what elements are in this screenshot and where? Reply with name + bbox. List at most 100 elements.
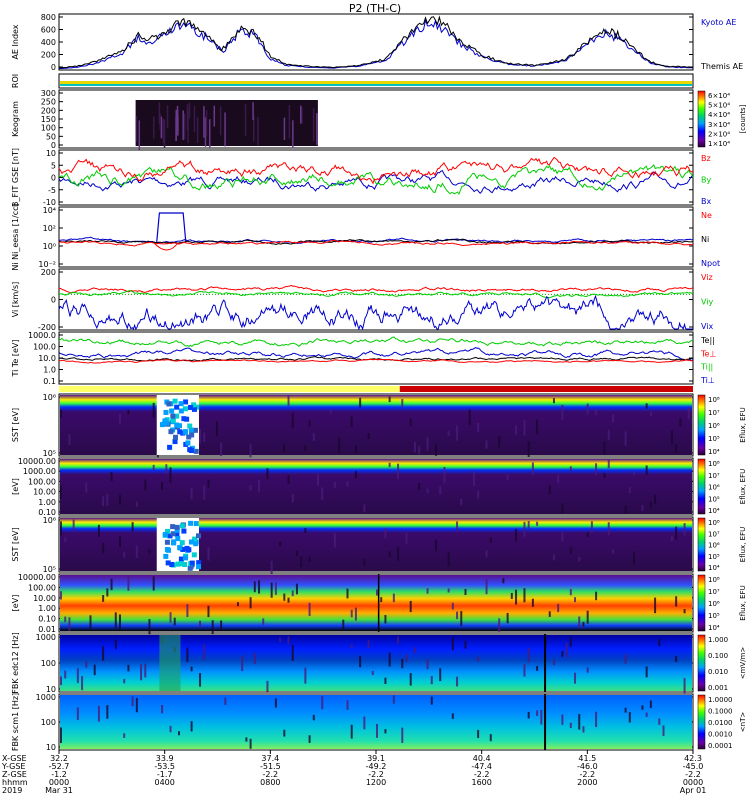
spectrogram-cell <box>258 479 261 492</box>
panel-ylabel: SST [eV] <box>11 408 20 442</box>
burst-cell <box>159 422 165 428</box>
colorbar <box>697 634 706 692</box>
panel-ylabel: SST [eV] <box>11 527 20 561</box>
spectrogram-cell <box>169 467 172 484</box>
spectrogram-cell <box>502 578 505 584</box>
ytick-label: 100.0 <box>33 343 56 352</box>
ytick-label: 10⁴ <box>43 206 56 215</box>
colorbar-tick: 1.000 <box>708 636 728 644</box>
spectrogram-cell <box>118 614 121 630</box>
ytick-label: 1000.0 <box>28 331 56 340</box>
spectrogram-cell <box>515 589 518 605</box>
spectrogram-cell <box>523 420 526 436</box>
spectrogram-cell <box>127 409 130 415</box>
spectrogram-cell <box>161 482 164 490</box>
xaxis-value: 1600 <box>471 778 491 787</box>
spectrogram-cell <box>447 588 450 593</box>
legend-entry: Bx <box>701 197 711 206</box>
spectrogram-cell <box>283 729 286 737</box>
spectrogram-cell <box>363 716 366 730</box>
spectrogram-cell <box>464 588 467 596</box>
spectrogram-cell <box>506 612 509 624</box>
spectrogram-cell <box>578 616 581 629</box>
burst-cell <box>166 401 172 407</box>
ytick-label: 200 <box>41 268 56 277</box>
burst-cell <box>165 560 171 566</box>
spectrogram-cell <box>561 532 564 542</box>
colorbar <box>697 574 706 632</box>
colorbar-tick: 10⁸ <box>708 396 720 404</box>
spectrogram-cell <box>624 654 627 664</box>
burst-cell <box>181 528 187 534</box>
spectrogram-cell <box>190 666 193 672</box>
spectrogram-cell <box>312 714 315 721</box>
panel-ylabel: B_FIT GSE [nT] <box>11 148 20 207</box>
spectrogram-cell <box>561 714 564 725</box>
burst-cell <box>165 547 171 553</box>
overview-chart: P2 (TH-C) AE Index 0 200 400 600 800 Kyoto AE T… <box>1 2 747 795</box>
spectrogram-cell <box>662 725 665 737</box>
spectrogram-cell <box>670 535 673 542</box>
spectrogram-cell <box>199 428 202 444</box>
colorbar-tick: 1×10⁴ <box>708 140 730 148</box>
spectrogram-cell <box>68 617 71 631</box>
burst-cell <box>169 408 175 414</box>
spectrogram-cell <box>76 668 79 684</box>
spectrogram-cell <box>131 696 134 707</box>
spectrogram-cell <box>211 620 214 635</box>
colorbar-tick: 3×10⁴ <box>708 121 730 129</box>
spectrogram-cell <box>447 552 450 567</box>
spectrogram-cell <box>354 607 357 621</box>
colorbar-label: Eflux, EFU <box>739 585 747 620</box>
spectrogram-cell <box>552 554 555 561</box>
spectrogram-cell <box>274 698 277 708</box>
spectrogram-cell <box>607 522 610 536</box>
spectrogram-cell <box>295 583 298 595</box>
spectrogram-cell <box>359 655 362 668</box>
colorbar-tick: 10⁵ <box>708 495 720 503</box>
xaxis-value: 0800 <box>260 778 280 787</box>
spectrogram-cell <box>308 420 311 427</box>
spectrogram-cell <box>582 726 585 733</box>
spectrogram-cell <box>376 724 378 738</box>
colorbar <box>697 694 706 750</box>
spectrogram-cell <box>569 466 572 472</box>
ytick-label: 1000 <box>36 693 56 702</box>
colorbar-tick: 10⁶ <box>708 600 720 608</box>
spectrogram-cell <box>199 673 202 687</box>
burst-cell <box>183 399 189 405</box>
spectrogram-cell <box>102 543 105 554</box>
spectrogram-cell <box>60 727 62 743</box>
spectrogram-cell <box>557 474 560 484</box>
series-line <box>58 284 694 294</box>
colorbar-tick: 10⁴ <box>708 507 720 515</box>
panel-density: Ni Ni_eesa [1/cc] 10⁻²10⁰10²10⁴NeNiNpot <box>11 203 720 270</box>
spectrogram-cell <box>485 579 488 595</box>
burst-cell <box>174 404 180 410</box>
spectrogram-cell <box>346 700 349 710</box>
spectrogram-cell <box>110 471 113 482</box>
spectrogram-cell <box>173 617 176 626</box>
burst-cell <box>196 564 202 570</box>
spectrogram-cell <box>586 610 589 624</box>
spectrogram-cell <box>287 636 290 645</box>
spectrogram-cell <box>249 444 252 458</box>
spectrogram-cell <box>249 597 252 609</box>
spectrogram-cell <box>363 558 366 567</box>
burst-cell <box>171 540 177 546</box>
series-line <box>58 336 694 348</box>
spectrogram-cell <box>249 484 252 491</box>
spectrogram-cell <box>308 556 311 562</box>
spectrogram-cell <box>527 647 530 663</box>
spectrogram-cell <box>628 712 631 723</box>
legend-entry: Ti|| <box>700 363 713 372</box>
spectrogram-cell <box>548 485 551 495</box>
spectrogram-cell <box>199 620 202 628</box>
colorbar-tick: 10⁷ <box>708 530 720 538</box>
spectrogram-cell <box>135 697 138 713</box>
spectrogram-cell <box>317 473 320 486</box>
spectrogram-bg <box>60 695 692 749</box>
spectrogram-cell <box>68 434 71 445</box>
burst-cell <box>167 444 173 450</box>
colorbar-tick: 10⁵ <box>708 435 720 443</box>
